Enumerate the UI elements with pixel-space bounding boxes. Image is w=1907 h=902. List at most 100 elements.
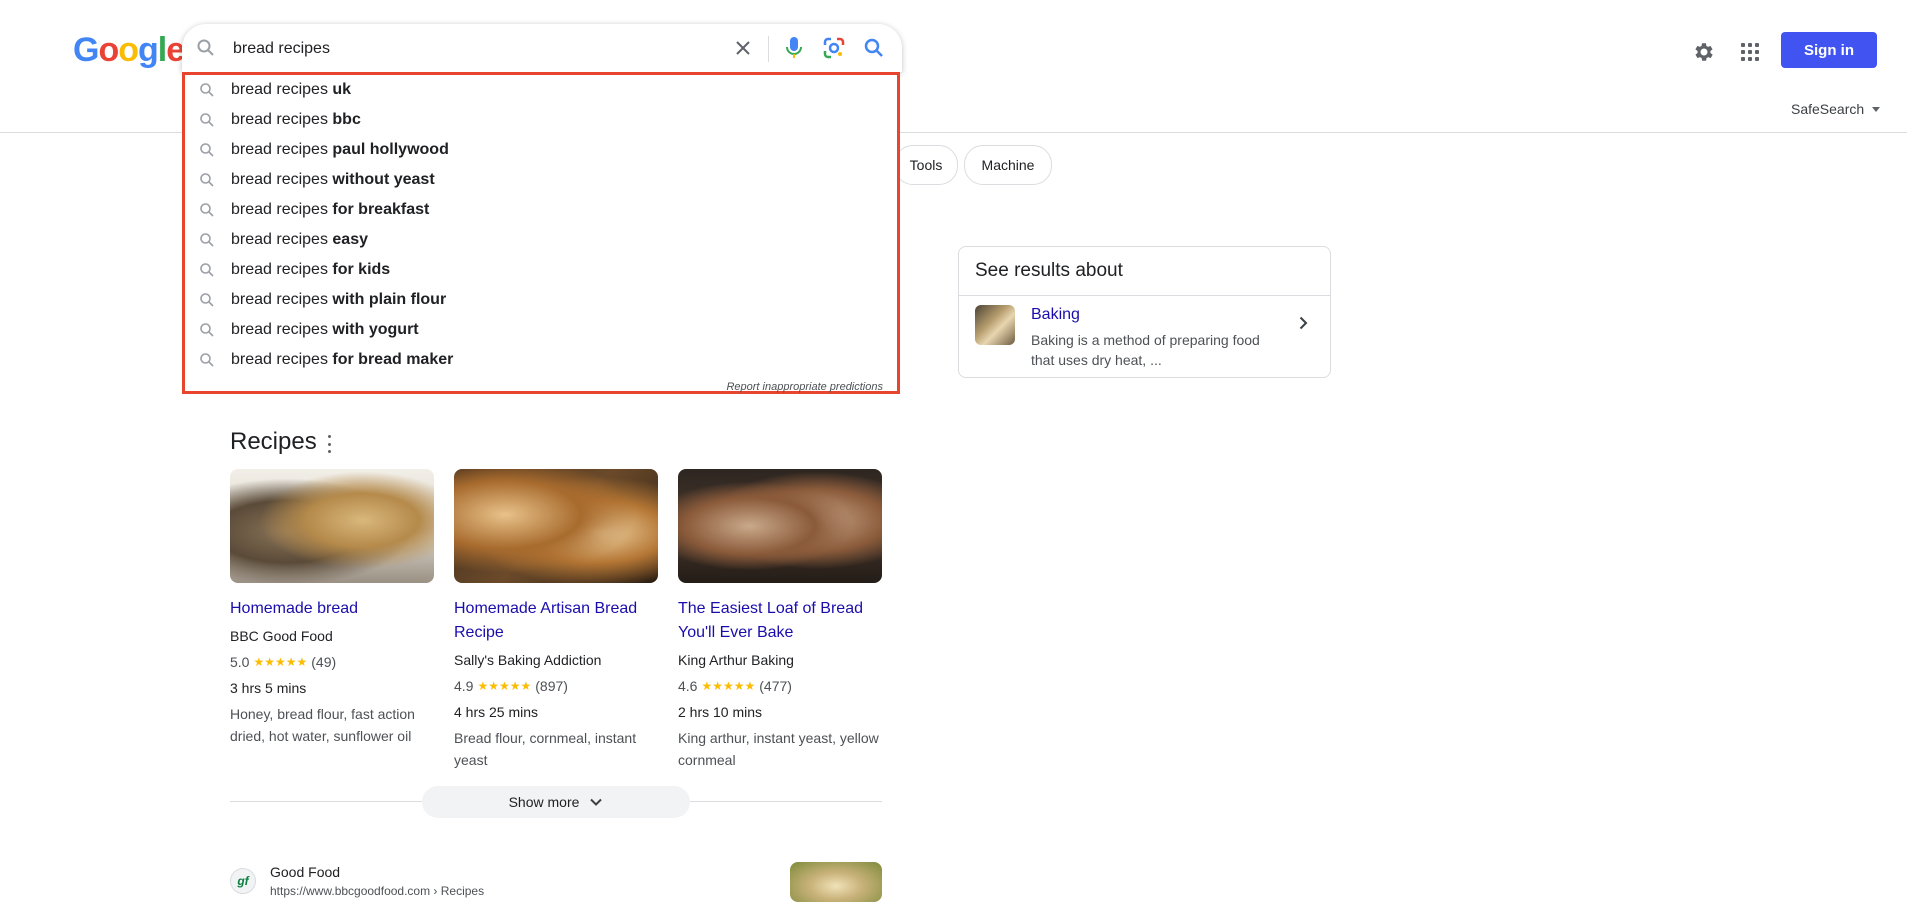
suggestion-completion: easy <box>332 231 368 248</box>
chip-tools[interactable]: Tools <box>894 145 958 185</box>
review-count: (49) <box>311 654 337 670</box>
recipe-ingredients: King arthur, instant yeast, yellow cornm… <box>678 730 879 768</box>
apps-grid-icon[interactable] <box>1735 37 1765 67</box>
recipe-time: 2 hrs 10 mins <box>678 704 763 720</box>
search-submit-icon[interactable] <box>862 36 886 60</box>
report-predictions-link[interactable]: Report inappropriate predictions <box>726 381 883 393</box>
suggestion-prefix: bread recipes <box>231 231 328 248</box>
settings-gear-icon[interactable] <box>1689 37 1719 67</box>
suggestion-completion: uk <box>332 81 352 98</box>
search-icon <box>199 82 215 103</box>
recipe-title[interactable]: Homemade Artisan Bread Recipe <box>454 597 658 645</box>
suggestion-completion: for breakfast <box>332 201 430 218</box>
result-site-name[interactable]: Good Food <box>270 864 340 880</box>
suggestion-text: bread recipes for breakfast <box>231 201 429 219</box>
baking-thumbnail[interactable] <box>975 305 1015 345</box>
suggestion-prefix: bread recipes <box>231 321 328 338</box>
recipe-source: BBC Good Food <box>230 628 333 644</box>
baking-link[interactable]: Baking <box>1031 306 1080 324</box>
chevron-right-icon[interactable] <box>1295 315 1311 336</box>
suggestion-completion: with yogurt <box>332 321 419 338</box>
see-results-about-panel: See results about Baking Baking is a met… <box>958 246 1331 378</box>
suggestion-item[interactable]: bread recipes with plain flour <box>185 285 897 315</box>
suggestion-prefix: bread recipes <box>231 81 328 98</box>
suggestion-item[interactable]: bread recipes paul hollywood <box>185 135 897 165</box>
suggestion-text: bread recipes for kids <box>231 261 390 279</box>
recipe-time: 3 hrs 5 mins <box>230 680 307 696</box>
suggestion-text: bread recipes bbc <box>231 111 361 129</box>
suggestion-item[interactable]: bread recipes for breakfast <box>185 195 897 225</box>
review-count: (897) <box>535 678 568 694</box>
search-icon <box>196 38 216 63</box>
baking-description: Baking is a method of preparing food tha… <box>1031 332 1260 368</box>
suggestion-item[interactable]: bread recipes without yeast <box>185 165 897 195</box>
recipe-card[interactable]: Homemade Artisan Bread Recipe Sally's Ba… <box>454 469 658 771</box>
recipe-time: 4 hrs 25 mins <box>454 704 539 720</box>
suggestion-completion: for bread maker <box>332 351 454 368</box>
logo-letter: l <box>157 31 168 69</box>
more-options-icon[interactable] <box>324 435 334 453</box>
star-rating-icon: ★★★★★ <box>477 679 532 693</box>
recipe-image[interactable] <box>230 469 434 583</box>
recipe-title[interactable]: The Easiest Loaf of Bread You'll Ever Ba… <box>678 597 882 645</box>
result-thumbnail[interactable] <box>790 862 882 902</box>
recipe-ingredients: Bread flour, cornmeal, instant yeast <box>454 730 637 768</box>
recipe-ingredients: Honey, bread flour, fast action dried, h… <box>230 706 415 744</box>
search-icon <box>199 262 215 283</box>
show-more-button[interactable]: Show more <box>422 786 690 818</box>
suggestion-text: bread recipes paul hollywood <box>231 141 449 159</box>
site-favicon: gf <box>230 868 256 894</box>
recipe-card[interactable]: Homemade bread BBC Good Food 5.0 ★★★★★ (… <box>230 469 434 747</box>
suggestion-text: bread recipes with plain flour <box>231 291 446 309</box>
recipe-card[interactable]: The Easiest Loaf of Bread You'll Ever Ba… <box>678 469 882 771</box>
google-logo[interactable]: Google <box>73 31 185 70</box>
suggestion-prefix: bread recipes <box>231 351 328 368</box>
suggestion-prefix: bread recipes <box>231 261 328 278</box>
autocomplete-dropdown: bread recipes uk bread recipes bbc bread… <box>182 72 900 394</box>
suggestion-item[interactable]: bread recipes for kids <box>185 255 897 285</box>
result-url[interactable]: https://www.bbcgoodfood.com › Recipes <box>270 884 484 898</box>
suggestion-item[interactable]: bread recipes bbc <box>185 105 897 135</box>
suggestion-prefix: bread recipes <box>231 141 328 158</box>
logo-letter: g <box>138 31 159 69</box>
show-more-label: Show more <box>508 794 580 810</box>
suggestion-completion: without yeast <box>332 171 435 188</box>
rating-value: 5.0 <box>230 654 250 670</box>
search-input[interactable] <box>231 24 705 74</box>
search-icon <box>199 202 215 223</box>
star-rating-icon: ★★★★★ <box>701 679 756 693</box>
suggestion-item[interactable]: bread recipes easy <box>185 225 897 255</box>
safesearch-label: SafeSearch <box>1791 101 1865 117</box>
logo-letter: G <box>73 31 99 69</box>
suggestion-prefix: bread recipes <box>231 201 328 218</box>
suggestion-text: bread recipes easy <box>231 231 368 249</box>
chevron-down-icon <box>590 798 603 806</box>
suggestion-text: bread recipes for bread maker <box>231 351 453 369</box>
recipe-source: Sally's Baking Addiction <box>454 652 602 668</box>
suggestion-item[interactable]: bread recipes with yogurt <box>185 315 897 345</box>
star-rating-icon: ★★★★★ <box>253 655 308 669</box>
suggestion-completion: for kids <box>332 261 391 278</box>
recipe-image[interactable] <box>678 469 882 583</box>
google-lens-icon[interactable] <box>822 36 846 60</box>
recipe-rating: 4.9 ★★★★★ (897) <box>454 675 658 697</box>
search-icon <box>199 232 215 253</box>
suggestion-completion: bbc <box>332 111 361 128</box>
suggestion-item[interactable]: bread recipes for bread maker <box>185 345 897 375</box>
review-count: (477) <box>759 678 792 694</box>
search-icon <box>199 352 215 373</box>
recipe-rating: 5.0 ★★★★★ (49) <box>230 651 434 673</box>
recipes-heading: Recipes <box>230 428 317 455</box>
sign-in-button[interactable]: Sign in <box>1781 32 1877 68</box>
suggestion-item[interactable]: bread recipes uk <box>185 75 897 105</box>
safesearch-menu[interactable]: SafeSearch <box>1791 101 1881 117</box>
suggestion-text: bread recipes with yogurt <box>231 321 419 339</box>
microphone-icon[interactable] <box>782 36 806 60</box>
search-icon <box>199 142 215 163</box>
recipe-title[interactable]: Homemade bread <box>230 597 434 621</box>
clear-icon[interactable] <box>731 36 755 60</box>
recipe-image[interactable] <box>454 469 658 583</box>
suggestion-prefix: bread recipes <box>231 111 328 128</box>
chip-machine[interactable]: Machine <box>964 145 1052 185</box>
recipe-source: King Arthur Baking <box>678 652 794 668</box>
